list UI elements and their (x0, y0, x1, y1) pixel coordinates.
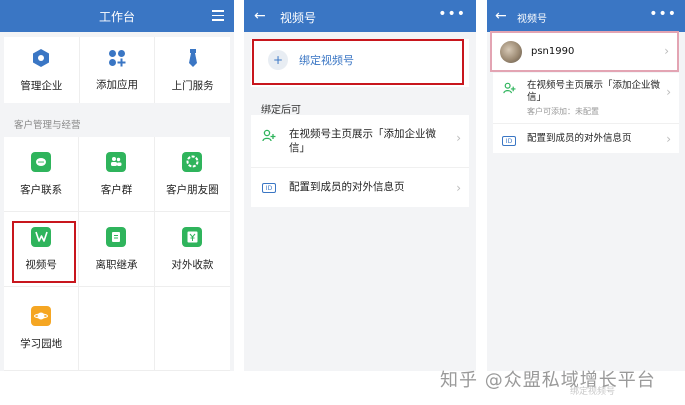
apps-plus-icon (109, 49, 126, 66)
chevron-right-icon: › (456, 131, 461, 145)
app-handover[interactable]: 离职继承 (79, 212, 155, 287)
empty-cell (79, 287, 155, 371)
app-label: 学习园地 (20, 338, 63, 350)
list-item-status: 客户可添加：未配置 (527, 107, 599, 116)
list-item-label: 在视频号主页展示「添加企业微信」 (527, 80, 661, 103)
section-title: 客户管理与经营 (14, 120, 81, 131)
list-item-text: 在视频号主页展示「添加企业微信」 客户可添加：未配置 (527, 80, 661, 118)
back-arrow-icon[interactable]: ← (254, 8, 266, 24)
list-item-show-add-wecom[interactable]: 在视频号主页展示「添加企业微信」 客户可添加：未配置 › (493, 73, 679, 123)
handover-icon (106, 226, 127, 247)
settings-menu-icon[interactable] (212, 10, 224, 21)
list-item-label: 配置到成员的对外信息页 (527, 133, 632, 144)
chevron-right-icon: › (666, 132, 671, 146)
bound-account-row[interactable]: psn1990 › (490, 31, 679, 72)
page-title: 视频号 (517, 14, 547, 25)
payment-icon (182, 226, 203, 247)
app-label: 客户联系 (20, 183, 63, 196)
group-icon (106, 151, 127, 172)
app-label: 客户朋友圈 (166, 183, 219, 196)
empty-cell (154, 287, 230, 371)
add-app-button[interactable]: 添加应用 (80, 37, 156, 103)
channels-header: ← 视频号 ••• (487, 0, 685, 32)
after-bind-title: 绑定后可 (261, 105, 301, 116)
onsite-service-label: 上门服务 (171, 79, 214, 92)
add-contact-icon (261, 127, 277, 143)
more-icon[interactable]: ••• (649, 6, 677, 22)
faint-caption: 绑定视频号 (570, 387, 616, 397)
watermark: 知乎 @众盟私域增长平台 (440, 370, 656, 391)
feature-list: 在视频号主页展示「添加企业微信」 › ID 配置到成员的对外信息页 › (251, 115, 469, 207)
feature-list: 在视频号主页展示「添加企业微信」 客户可添加：未配置 › ID 配置到成员的对外… (493, 73, 679, 153)
channels-header: ← 视频号 ••• (244, 0, 476, 32)
highlight-box (12, 221, 76, 283)
moments-icon (182, 151, 203, 172)
list-item-show-add-wecom[interactable]: 在视频号主页展示「添加企业微信」 › (251, 115, 469, 167)
onsite-service-button[interactable]: 上门服务 (155, 37, 230, 103)
page-title: 工作台 (98, 9, 135, 24)
chevron-right-icon: › (666, 85, 671, 99)
tie-icon (188, 48, 197, 67)
account-name: psn1990 (531, 46, 575, 57)
list-item-member-profile[interactable]: ID 配置到成员的对外信息页 › (251, 167, 469, 207)
workbench-header: 工作台 (0, 0, 234, 32)
app-customer-contact[interactable]: 客户联系 (4, 137, 80, 212)
hexagon-icon (33, 48, 50, 67)
id-card-icon: ID (501, 133, 517, 149)
manage-company-button[interactable]: 管理企业 (4, 37, 80, 103)
chat-icon (31, 151, 52, 172)
add-contact-icon (501, 80, 517, 96)
app-customer-group[interactable]: 客户群 (79, 137, 155, 212)
highlight-box (252, 39, 464, 85)
top-shortcuts: 管理企业 添加应用 上门服务 (4, 37, 230, 103)
channels-bind-panel: ← 视频号 ••• + 绑定视频号 绑定后可 在视频号主页展示「添加企业微信」 … (244, 0, 476, 371)
more-icon[interactable]: ••• (438, 6, 466, 22)
planet-icon (31, 306, 52, 326)
page-title: 视频号 (280, 11, 317, 25)
app-label: 离职继承 (95, 258, 138, 271)
list-item-label: 配置到成员的对外信息页 (289, 181, 405, 193)
channels-bound-panel: ← 视频号 ••• psn1990 › 在视频号主页展示「添加企业微信」 客户可… (487, 0, 685, 371)
add-app-label: 添加应用 (96, 78, 138, 91)
chevron-right-icon: › (664, 44, 669, 58)
app-customer-moments[interactable]: 客户朋友圈 (154, 137, 230, 212)
app-label: 对外收款 (171, 258, 214, 271)
app-label: 客户群 (100, 183, 133, 196)
avatar (500, 40, 522, 63)
workbench-panel: 工作台 管理企业 添加应用 上门服务 客户管理与经营 客户联系 客户群 客户朋友… (0, 0, 234, 371)
manage-company-label: 管理企业 (20, 79, 63, 92)
app-payment[interactable]: 对外收款 (154, 212, 230, 287)
app-learning[interactable]: 学习园地 (4, 287, 80, 371)
list-item-label: 在视频号主页展示「添加企业微信」 (289, 128, 436, 154)
list-item-member-profile[interactable]: ID 配置到成员的对外信息页 › (493, 123, 679, 153)
id-card-icon: ID (261, 180, 277, 196)
back-arrow-icon[interactable]: ← (495, 8, 507, 24)
chevron-right-icon: › (456, 181, 461, 195)
